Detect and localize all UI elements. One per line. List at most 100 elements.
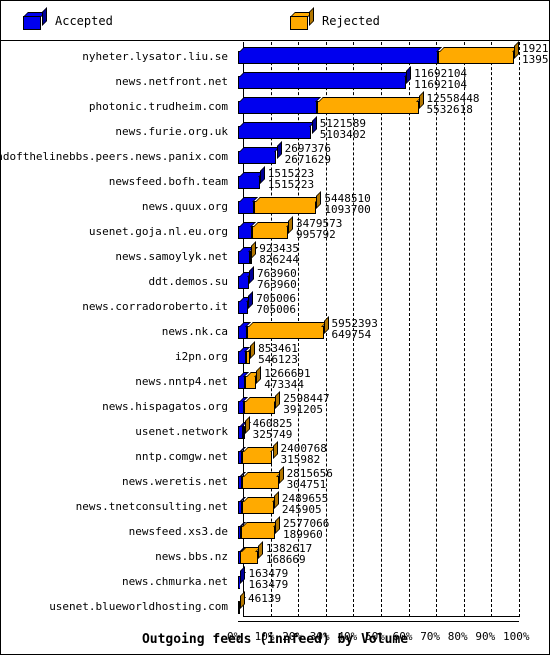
bar-row[interactable]: news.nntp4.net 1266691 473344 bbox=[1, 366, 549, 395]
value-label-accepted: 168669 bbox=[265, 553, 306, 566]
category-label: usenet.blueworldhosting.com bbox=[49, 600, 228, 613]
bar-end-cap bbox=[316, 191, 322, 209]
value-labels: 1382617 168669 bbox=[266, 543, 312, 565]
bar-segment-rejected bbox=[317, 97, 423, 114]
value-label-accepted: 13955415 bbox=[522, 53, 550, 66]
value-label-accepted: 1093700 bbox=[324, 203, 371, 216]
bar-row[interactable]: news.furie.org.uk 5121589 5103402 bbox=[1, 116, 549, 145]
bar-segment-rejected bbox=[242, 447, 277, 464]
chart-root: Accepted Rejected nyheter.lysator.liu.se… bbox=[0, 0, 550, 655]
value-labels: 763960 763960 bbox=[257, 268, 297, 290]
bar-segment-accepted bbox=[238, 297, 253, 314]
value-labels: 2577066 189960 bbox=[283, 518, 329, 540]
bar-segment-accepted bbox=[238, 47, 443, 64]
value-labels: 853461 546123 bbox=[258, 343, 298, 365]
category-label: newsfeed.xs3.de bbox=[128, 525, 228, 538]
category-label: nntp.comgw.net bbox=[135, 450, 228, 463]
value-label-accepted: 245905 bbox=[281, 503, 322, 516]
bar-row[interactable]: photonic.trudheim.com 12558448 5532618 bbox=[1, 91, 549, 120]
value-labels: 11692104 11692104 bbox=[414, 68, 467, 90]
bar-end-cap bbox=[240, 591, 245, 609]
bar-segment-rejected bbox=[243, 397, 280, 414]
bar-end-cap bbox=[514, 41, 519, 59]
bar-segment-accepted bbox=[238, 322, 252, 339]
bar-end-cap bbox=[249, 266, 255, 284]
value-label-accepted: 325749 bbox=[252, 428, 293, 441]
value-label-accepted: 315982 bbox=[280, 453, 321, 466]
category-label: usenet.network bbox=[135, 425, 228, 438]
value-labels: 1921453713955415 bbox=[522, 43, 550, 65]
bar-segment-rejected bbox=[247, 322, 328, 339]
legend-label-accepted: Accepted bbox=[55, 14, 113, 28]
bar-end-cap bbox=[250, 341, 256, 359]
category-label: nyheter.lysator.liu.se bbox=[82, 50, 228, 63]
bar-row[interactable]: news.tnetconsulting.net 2489655 245905 bbox=[1, 491, 549, 520]
value-label-accepted: 763960 bbox=[257, 278, 297, 291]
legend-swatch-accepted-icon bbox=[23, 7, 47, 30]
category-label: news.corradoroberto.it bbox=[82, 300, 228, 313]
category-label: news.furie.org.uk bbox=[115, 125, 228, 138]
category-label: news.samoylyk.net bbox=[115, 250, 228, 263]
bar-segment-accepted bbox=[238, 272, 254, 289]
bar-segment-accepted bbox=[238, 347, 250, 364]
category-label: news.bbs.nz bbox=[155, 550, 228, 563]
bar-segment-accepted bbox=[238, 172, 264, 189]
value-label-accepted: 826244 bbox=[259, 253, 299, 266]
value-labels: 2598447 391205 bbox=[283, 393, 329, 415]
plot-area: nyheter.lysator.liu.se 1921453713955415 ne… bbox=[0, 40, 550, 654]
bar-segment-accepted bbox=[238, 372, 249, 389]
bar-end-cap bbox=[259, 166, 265, 184]
category-label: news.nntp4.net bbox=[135, 375, 228, 388]
value-label-accepted: 189960 bbox=[282, 528, 323, 541]
value-labels: 460825 325749 bbox=[253, 418, 293, 440]
value-label-accepted: 5532618 bbox=[426, 103, 473, 116]
bar-end-cap bbox=[276, 141, 282, 159]
value-labels: 163479 163479 bbox=[248, 568, 288, 590]
bar-segment-rejected bbox=[240, 547, 262, 564]
value-labels: 2697376 2671629 bbox=[285, 143, 331, 165]
bar-row[interactable]: news.corradoroberto.it 705006 705006 bbox=[1, 291, 549, 320]
bar-segment-rejected bbox=[244, 372, 261, 389]
x-axis-baseline bbox=[238, 621, 519, 622]
bar-end-cap bbox=[275, 391, 281, 409]
category-label: endofthelinebbs.peers.news.panix.com bbox=[0, 150, 228, 163]
value-labels: 5121589 5103402 bbox=[320, 118, 366, 140]
legend-swatch-rejected-icon bbox=[290, 7, 314, 30]
bar-row[interactable]: usenet.network 460825 325749 bbox=[1, 416, 549, 445]
bar-end-cap bbox=[248, 291, 254, 309]
bar-end-cap bbox=[273, 491, 279, 509]
bar-segment-accepted bbox=[238, 122, 316, 139]
value-label-total: 46139 bbox=[248, 592, 282, 605]
bar-segment-accepted bbox=[238, 97, 322, 114]
bar-segment-accepted bbox=[238, 247, 254, 264]
bar-row[interactable]: newsfeed.bofh.team 1515223 1515223 bbox=[1, 166, 549, 195]
value-label-accepted: 473344 bbox=[264, 378, 304, 391]
bar-segment-accepted bbox=[238, 72, 411, 89]
category-label: photonic.trudheim.com bbox=[88, 100, 228, 113]
bar-end-cap bbox=[406, 66, 412, 84]
bar-segment-rejected bbox=[241, 497, 278, 514]
bar-end-cap bbox=[244, 416, 250, 434]
category-label: news.nk.ca bbox=[161, 325, 228, 338]
value-labels: 2489655 245905 bbox=[282, 493, 328, 515]
value-labels: 3479573 995792 bbox=[296, 218, 342, 240]
bar-end-cap bbox=[256, 366, 262, 384]
bar-row[interactable]: nntp.comgw.net 2400768 315982 bbox=[1, 441, 549, 470]
value-label-accepted: 304751 bbox=[286, 478, 327, 491]
value-label-accepted: 11692104 bbox=[414, 78, 468, 91]
value-label-accepted: 2671629 bbox=[284, 153, 331, 166]
value-label-accepted: 705006 bbox=[256, 303, 296, 316]
bar-end-cap bbox=[311, 116, 317, 134]
category-label: news.chmurka.net bbox=[122, 575, 228, 588]
bar-end-cap bbox=[240, 566, 246, 584]
value-labels: 705006 705006 bbox=[256, 293, 296, 315]
category-label: i2pn.org bbox=[175, 350, 228, 363]
bar-row[interactable]: news.weretis.net 2815656 304751 bbox=[1, 466, 549, 495]
category-label: usenet.goja.nl.eu.org bbox=[88, 225, 228, 238]
bar-segment-accepted bbox=[238, 147, 281, 164]
value-label-accepted: 1515223 bbox=[267, 178, 315, 191]
bar-row[interactable]: news.quux.org 5448510 1093700 bbox=[1, 191, 549, 220]
category-label: news.tnetconsulting.net bbox=[75, 500, 228, 513]
category-label: ddt.demos.su bbox=[148, 275, 228, 288]
value-labels: 5448510 1093700 bbox=[324, 193, 370, 215]
